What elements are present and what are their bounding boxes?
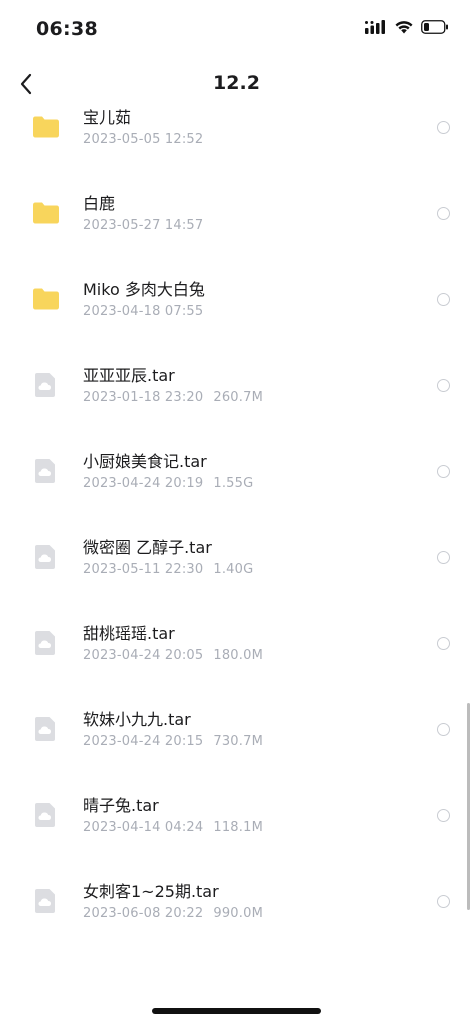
item-size: 730.7M xyxy=(213,734,263,749)
item-name: 亚亚亚辰.tar xyxy=(83,366,175,385)
item-meta: 2023-06-08 20:22 990.0M xyxy=(83,906,263,921)
list-item[interactable]: Miko 多肉大白兔 2023-04-18 07:55 xyxy=(0,256,473,342)
select-radio[interactable] xyxy=(437,895,450,908)
item-size: 118.1M xyxy=(213,820,263,835)
item-meta: 2023-04-24 20:05 180.0M xyxy=(83,648,263,663)
list-item[interactable]: 微密圈 乙醇子.tar 2023-05-11 22:30 1.40G xyxy=(0,514,473,600)
item-name: 晴子兔.tar xyxy=(83,796,159,815)
item-meta: 2023-04-14 04:24 118.1M xyxy=(83,820,263,835)
cloud-file-icon xyxy=(32,457,60,485)
item-date: 2023-05-11 22:30 xyxy=(83,562,204,577)
list-item[interactable]: 宝儿茹 2023-05-05 12:52 xyxy=(0,108,473,170)
item-meta: 2023-04-24 20:19 1.55G xyxy=(83,476,253,491)
select-radio[interactable] xyxy=(437,809,450,822)
item-size: 180.0M xyxy=(213,648,263,663)
item-name: 微密圈 乙醇子.tar xyxy=(83,538,212,557)
item-date: 2023-05-05 12:52 xyxy=(83,132,204,147)
item-name: 小厨娘美食记.tar xyxy=(83,452,207,471)
item-date: 2023-04-14 04:24 xyxy=(83,820,204,835)
item-date: 2023-06-08 20:22 xyxy=(83,906,204,921)
item-date: 2023-04-24 20:15 xyxy=(83,734,204,749)
item-size: 1.55G xyxy=(213,476,254,491)
page-title: 12.2 xyxy=(213,72,260,94)
nav-header: 12.2 xyxy=(0,60,473,108)
cloud-file-icon xyxy=(32,543,60,571)
item-date: 2023-01-18 23:20 xyxy=(83,390,204,405)
item-meta: 2023-04-24 20:15 730.7M xyxy=(83,734,263,749)
item-date: 2023-05-27 14:57 xyxy=(83,218,204,233)
item-meta: 2023-05-05 12:52 xyxy=(83,132,203,147)
list-item[interactable]: 女刺客1~25期.tar 2023-06-08 20:22 990.0M xyxy=(0,858,473,944)
list-item[interactable]: 白鹿 2023-05-27 14:57 xyxy=(0,170,473,256)
select-radio[interactable] xyxy=(437,121,450,134)
cellular-signal-icon xyxy=(365,20,385,34)
item-date: 2023-04-18 07:55 xyxy=(83,304,204,319)
scrollbar[interactable] xyxy=(467,703,470,910)
folder-icon xyxy=(32,113,60,141)
status-bar: 06:38 xyxy=(0,0,473,60)
item-name: 宝儿茹 xyxy=(83,108,132,127)
item-name: 女刺客1~25期.tar xyxy=(83,882,219,901)
item-name: Miko 多肉大白兔 xyxy=(83,280,205,299)
wifi-icon xyxy=(395,21,413,34)
item-size: 260.7M xyxy=(213,390,263,405)
list-item[interactable]: 软妹小九九.tar 2023-04-24 20:15 730.7M xyxy=(0,686,473,772)
select-radio[interactable] xyxy=(437,379,450,392)
select-radio[interactable] xyxy=(437,465,450,478)
list-item[interactable]: 亚亚亚辰.tar 2023-01-18 23:20 260.7M xyxy=(0,342,473,428)
file-list: 2023-04-15 21:50 宝儿茹 2023-05-05 12:52 白鹿… xyxy=(0,108,473,1024)
folder-icon xyxy=(32,199,60,227)
item-name: 甜桃瑶瑶.tar xyxy=(83,624,175,643)
item-meta: 2023-01-18 23:20 260.7M xyxy=(83,390,263,405)
item-meta: 2023-05-11 22:30 1.40G xyxy=(83,562,253,577)
select-radio[interactable] xyxy=(437,723,450,736)
item-name: 白鹿 xyxy=(83,194,116,213)
select-radio[interactable] xyxy=(437,637,450,650)
item-size: 1.40G xyxy=(213,562,254,577)
item-meta: 2023-05-27 14:57 xyxy=(83,218,203,233)
cloud-file-icon xyxy=(32,629,60,657)
item-date: 2023-04-24 20:05 xyxy=(83,648,204,663)
select-radio[interactable] xyxy=(437,293,450,306)
home-indicator xyxy=(152,1008,321,1014)
item-date: 2023-04-24 20:19 xyxy=(83,476,204,491)
list-item[interactable]: 晴子兔.tar 2023-04-14 04:24 118.1M xyxy=(0,772,473,858)
select-radio[interactable] xyxy=(437,551,450,564)
status-time: 06:38 xyxy=(36,18,98,40)
cloud-file-icon xyxy=(32,801,60,829)
cloud-file-icon xyxy=(32,887,60,915)
folder-icon xyxy=(32,285,60,313)
cloud-file-icon xyxy=(32,371,60,399)
list-item[interactable]: 甜桃瑶瑶.tar 2023-04-24 20:05 180.0M xyxy=(0,600,473,686)
item-meta: 2023-04-18 07:55 xyxy=(83,304,203,319)
status-icons xyxy=(365,20,449,34)
item-name: 软妹小九九.tar xyxy=(83,710,191,729)
item-size: 990.0M xyxy=(213,906,263,921)
select-radio[interactable] xyxy=(437,207,450,220)
battery-icon xyxy=(421,20,448,34)
list-item[interactable]: 小厨娘美食记.tar 2023-04-24 20:19 1.55G xyxy=(0,428,473,514)
cloud-file-icon xyxy=(32,715,60,743)
